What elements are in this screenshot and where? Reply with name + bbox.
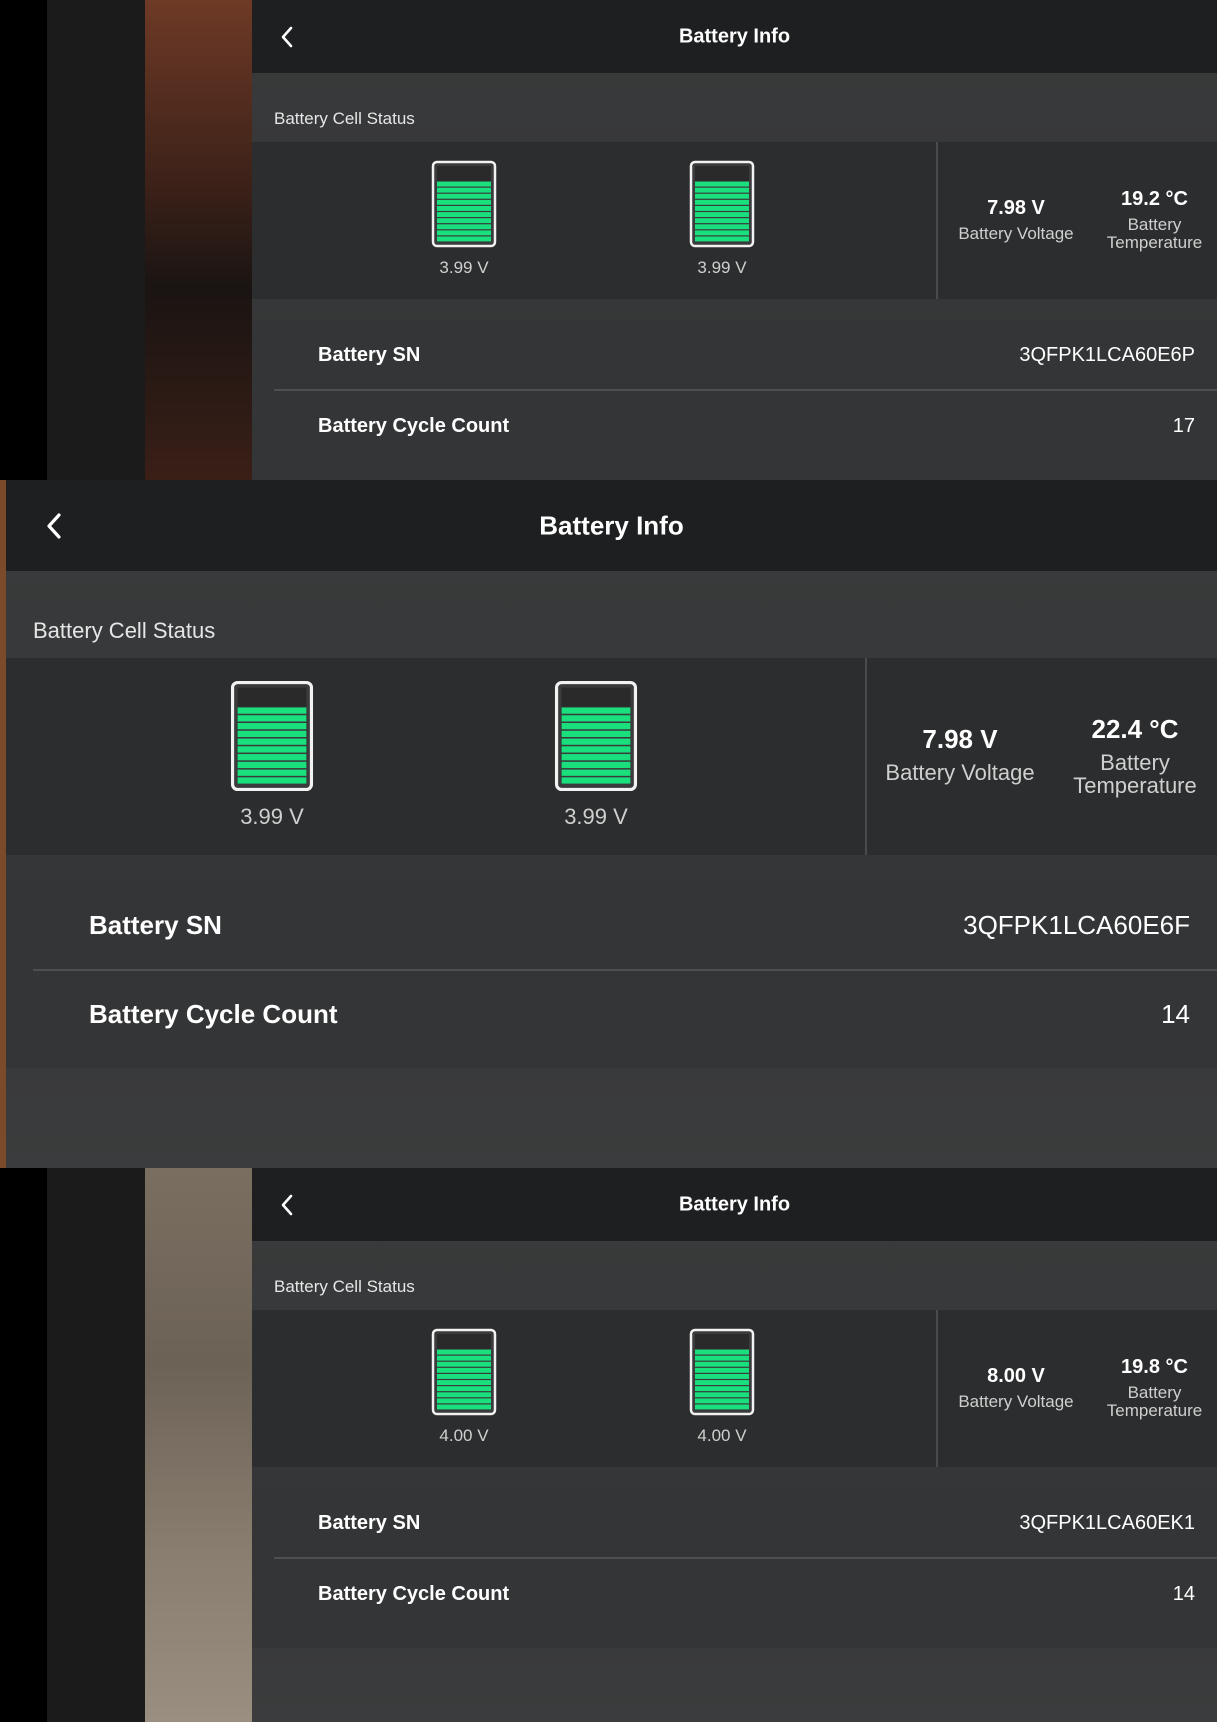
battery-voltage-stat: 7.98 V Battery Voltage — [870, 724, 1050, 784]
cell-status-label: Battery Cell Status — [33, 618, 216, 643]
cell-status-label: Battery Cell Status — [274, 109, 415, 128]
cell-status-row: 4.00 V 4.00 V 8.00 V Battery Voltage 19.… — [252, 1310, 1217, 1467]
battery-voltage-stat: 7.98 V Battery Voltage — [940, 197, 1092, 243]
page-title: Battery Info — [539, 510, 684, 540]
battery-info-panel: Battery Info Battery Cell Status 4.00 V … — [252, 1168, 1217, 1722]
battery-cycle-count-label: Battery Cycle Count — [89, 999, 338, 1029]
battery-temperature-stat: 19.2 °C Battery Temperature — [1092, 188, 1217, 252]
battery-sn-label: Battery SN — [318, 1511, 421, 1534]
battery-voltage-label: Battery Voltage — [885, 760, 1035, 785]
battery-cycle-count-label: Battery Cycle Count — [318, 414, 510, 437]
cell-status-row: 3.99 V 3.99 V 7.98 V Battery Voltage 22.… — [6, 658, 1217, 855]
battery-voltage-value: 7.98 V — [922, 724, 998, 754]
battery-sn-label: Battery SN — [318, 343, 421, 366]
battery-temperature-value: 19.2 °C — [1121, 188, 1188, 210]
page-title: Battery Info — [678, 25, 791, 47]
battery-cell-icon — [689, 1328, 755, 1416]
battery-cell-1: 3.99 V — [229, 680, 315, 830]
top-bar: Battery Info — [252, 1168, 1217, 1241]
vertical-divider — [936, 1310, 938, 1467]
battery-cell-icon — [230, 680, 314, 792]
background-photo — [145, 0, 252, 480]
battery-cycle-count-value: 14 — [1172, 1582, 1195, 1605]
battery-temperature-stat: 19.8 °C Battery Temperature — [1092, 1356, 1217, 1420]
battery-sn-row: Battery SN 3QFPK1LCA60E6P — [318, 320, 1195, 390]
screenshot-2: Battery Info Battery Cell Status 3.99 V … — [0, 480, 1217, 1168]
battery-cycle-count-row: Battery Cycle Count 14 — [318, 1559, 1195, 1629]
dark-bezel — [47, 1168, 145, 1722]
battery-voltage-value: 8.00 V — [987, 1365, 1045, 1387]
battery-sn-row: Battery SN 3QFPK1LCA60EK1 — [318, 1488, 1195, 1558]
battery-temperature-stat: 22.4 °C Battery Temperature — [1050, 714, 1217, 797]
page-title: Battery Info — [678, 1193, 791, 1215]
vertical-divider — [936, 142, 938, 299]
top-bar: Battery Info — [6, 480, 1217, 571]
black-edge — [0, 1168, 47, 1722]
dark-bezel — [47, 0, 145, 480]
battery-sn-row: Battery SN 3QFPK1LCA60E6F — [89, 882, 1190, 969]
battery-details: Battery SN 3QFPK1LCA60E6F Battery Cycle … — [6, 882, 1217, 1068]
battery-cell-icon — [689, 160, 755, 248]
battery-cycle-count-row: Battery Cycle Count 17 — [318, 391, 1195, 461]
battery-cell-2: 4.00 V — [689, 1328, 755, 1446]
battery-sn-value: 3QFPK1LCA60E6P — [1019, 343, 1195, 366]
battery-cell-2: 3.99 V — [689, 160, 755, 278]
cell-2-voltage: 3.99 V — [697, 258, 747, 277]
cell-1-voltage: 3.99 V — [240, 804, 304, 829]
battery-cell-icon — [431, 1328, 497, 1416]
battery-temperature-label: Battery Temperature — [1106, 1383, 1203, 1420]
screenshot-3: Battery Info Battery Cell Status 4.00 V … — [0, 1168, 1217, 1722]
battery-sn-value: 3QFPK1LCA60EK1 — [1019, 1511, 1195, 1534]
battery-info-panel: Battery Info Battery Cell Status 3.99 V … — [252, 0, 1217, 480]
battery-temperature-label: Battery Temperature — [1073, 750, 1197, 799]
battery-voltage-label: Battery Voltage — [958, 224, 1074, 243]
cell-status-row: 3.99 V 3.99 V 7.98 V Battery Voltage 19.… — [252, 142, 1217, 299]
battery-cycle-count-label: Battery Cycle Count — [318, 1582, 510, 1605]
cell-2-voltage: 4.00 V — [697, 1426, 747, 1445]
battery-temperature-value: 19.8 °C — [1121, 1356, 1188, 1378]
battery-details: Battery SN 3QFPK1LCA60EK1 Battery Cycle … — [252, 1488, 1217, 1648]
battery-info-panel: Battery Info Battery Cell Status 3.99 V … — [6, 480, 1217, 1168]
background-photo — [145, 1168, 252, 1722]
battery-cell-2: 3.99 V — [553, 680, 639, 830]
battery-cell-icon — [554, 680, 638, 792]
battery-temperature-label: Battery Temperature — [1106, 215, 1203, 252]
battery-voltage-stat: 8.00 V Battery Voltage — [940, 1365, 1092, 1411]
battery-cell-1: 3.99 V — [431, 160, 497, 278]
cell-2-voltage: 3.99 V — [564, 804, 628, 829]
top-bar: Battery Info — [252, 0, 1217, 73]
battery-cycle-count-value: 17 — [1172, 414, 1195, 437]
battery-details: Battery SN 3QFPK1LCA60E6P Battery Cycle … — [252, 320, 1217, 480]
screenshot-1: Battery Info Battery Cell Status 3.99 V … — [0, 0, 1217, 480]
battery-voltage-label: Battery Voltage — [958, 1392, 1074, 1411]
cell-1-voltage: 4.00 V — [439, 1426, 489, 1445]
battery-voltage-value: 7.98 V — [987, 197, 1045, 219]
battery-temperature-value: 22.4 °C — [1091, 714, 1179, 744]
battery-cycle-count-value: 14 — [1161, 999, 1190, 1029]
battery-cycle-count-row: Battery Cycle Count 14 — [89, 971, 1190, 1058]
battery-sn-label: Battery SN — [89, 910, 222, 940]
battery-sn-value: 3QFPK1LCA60E6F — [963, 910, 1190, 940]
vertical-divider — [865, 658, 867, 855]
cell-1-voltage: 3.99 V — [439, 258, 489, 277]
cell-status-label: Battery Cell Status — [274, 1277, 415, 1296]
black-edge — [0, 0, 47, 480]
battery-cell-1: 4.00 V — [431, 1328, 497, 1446]
battery-cell-icon — [431, 160, 497, 248]
